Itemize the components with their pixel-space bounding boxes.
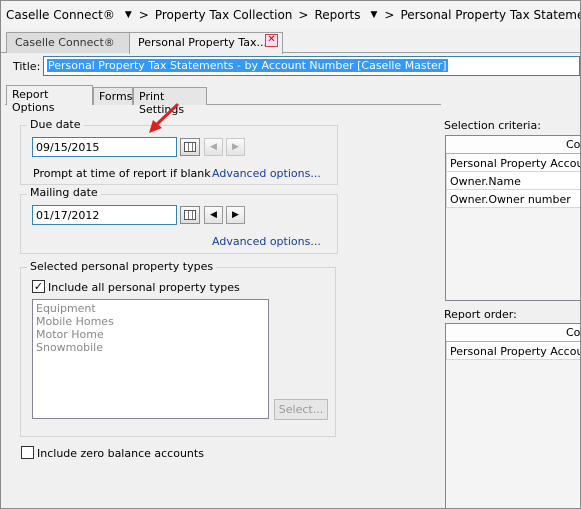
selection-criteria-grid[interactable]: Column Personal Property Account... Owne… [445, 135, 580, 301]
breadcrumb-item-property-tax[interactable]: Property Tax Collection [155, 8, 293, 22]
selection-criteria-label: Selection criteria: [444, 119, 541, 132]
include-all-checkbox[interactable]: ✓ [32, 280, 45, 293]
report-order-label: Report order: [444, 308, 517, 321]
due-date-advanced-link[interactable]: Advanced options... [212, 167, 321, 180]
mailing-date-input[interactable] [32, 205, 177, 225]
breadcrumb-item-caselle-connect[interactable]: Caselle Connect® [6, 8, 115, 22]
breadcrumb-separator: > [298, 8, 309, 22]
list-item[interactable]: Equipment [36, 302, 265, 315]
table-row[interactable]: Owner.Name [446, 172, 580, 190]
mailing-date-label: Mailing date [27, 186, 101, 199]
calendar-icon[interactable] [180, 206, 200, 224]
close-icon[interactable]: ✕ [265, 34, 278, 47]
property-types-list[interactable]: Equipment Mobile Homes Motor Home Snowmo… [32, 299, 269, 419]
include-all-label: Include all personal property types [48, 281, 240, 294]
tab-personal-property-tax[interactable]: Personal Property Tax... [129, 32, 283, 54]
list-item[interactable]: Motor Home [36, 328, 265, 341]
due-date-prompt-text: Prompt at time of report if blank [33, 167, 211, 180]
check-icon: ✓ [33, 280, 44, 293]
table-row[interactable]: Owner.Owner number [446, 190, 580, 208]
calendar-icon[interactable] [180, 138, 200, 156]
table-row[interactable]: Personal Property Account... [446, 342, 580, 360]
breadcrumb-item-reports[interactable]: Reports [314, 8, 360, 22]
report-order-grid[interactable]: Column Personal Property Account... [445, 323, 580, 508]
window: Caselle Connect® ▼ > Property Tax Collect… [0, 0, 581, 509]
document-tab-bar: Caselle Connect® Personal Property Tax..… [1, 29, 580, 54]
list-item[interactable]: Mobile Homes [36, 315, 265, 328]
zero-balance-checkbox[interactable] [21, 446, 34, 459]
table-row[interactable]: Personal Property Account... [446, 154, 580, 172]
title-value: Personal Property Tax Statements - by Ac… [47, 59, 448, 72]
annotation-arrow [149, 103, 179, 133]
column-header[interactable]: Column [446, 136, 580, 154]
breadcrumb-item-statements[interactable]: Personal Property Tax Statements [400, 8, 580, 22]
property-types-label: Selected personal property types [27, 260, 217, 273]
list-item[interactable]: Snowmobile [36, 341, 265, 354]
breadcrumb: Caselle Connect® ▼ > Property Tax Collect… [1, 1, 580, 29]
mailing-date-advanced-link[interactable]: Advanced options... [212, 235, 321, 248]
chevron-down-icon[interactable]: ▼ [371, 10, 378, 20]
due-date-label: Due date [27, 118, 84, 131]
select-button[interactable]: Select... [274, 399, 328, 420]
due-date-input[interactable] [32, 137, 177, 157]
breadcrumb-separator: > [384, 8, 395, 22]
chevron-down-icon[interactable]: ▼ [125, 10, 132, 20]
chevron-right-icon[interactable]: ▶ [226, 206, 245, 224]
title-label: Title: [13, 60, 41, 73]
title-input[interactable]: Personal Property Tax Statements - by Ac… [43, 56, 580, 76]
zero-balance-label: Include zero balance accounts [37, 447, 204, 460]
tab-forms[interactable]: Forms [93, 87, 133, 105]
column-header[interactable]: Column [446, 324, 580, 342]
breadcrumb-separator: > [138, 8, 149, 22]
chevron-left-icon[interactable]: ◀ [204, 206, 223, 224]
chevron-right-icon[interactable]: ▶ [226, 138, 245, 156]
chevron-left-icon[interactable]: ◀ [204, 138, 223, 156]
tab-report-options[interactable]: Report Options [6, 85, 93, 114]
tab-caselle-connect[interactable]: Caselle Connect® [6, 32, 130, 53]
